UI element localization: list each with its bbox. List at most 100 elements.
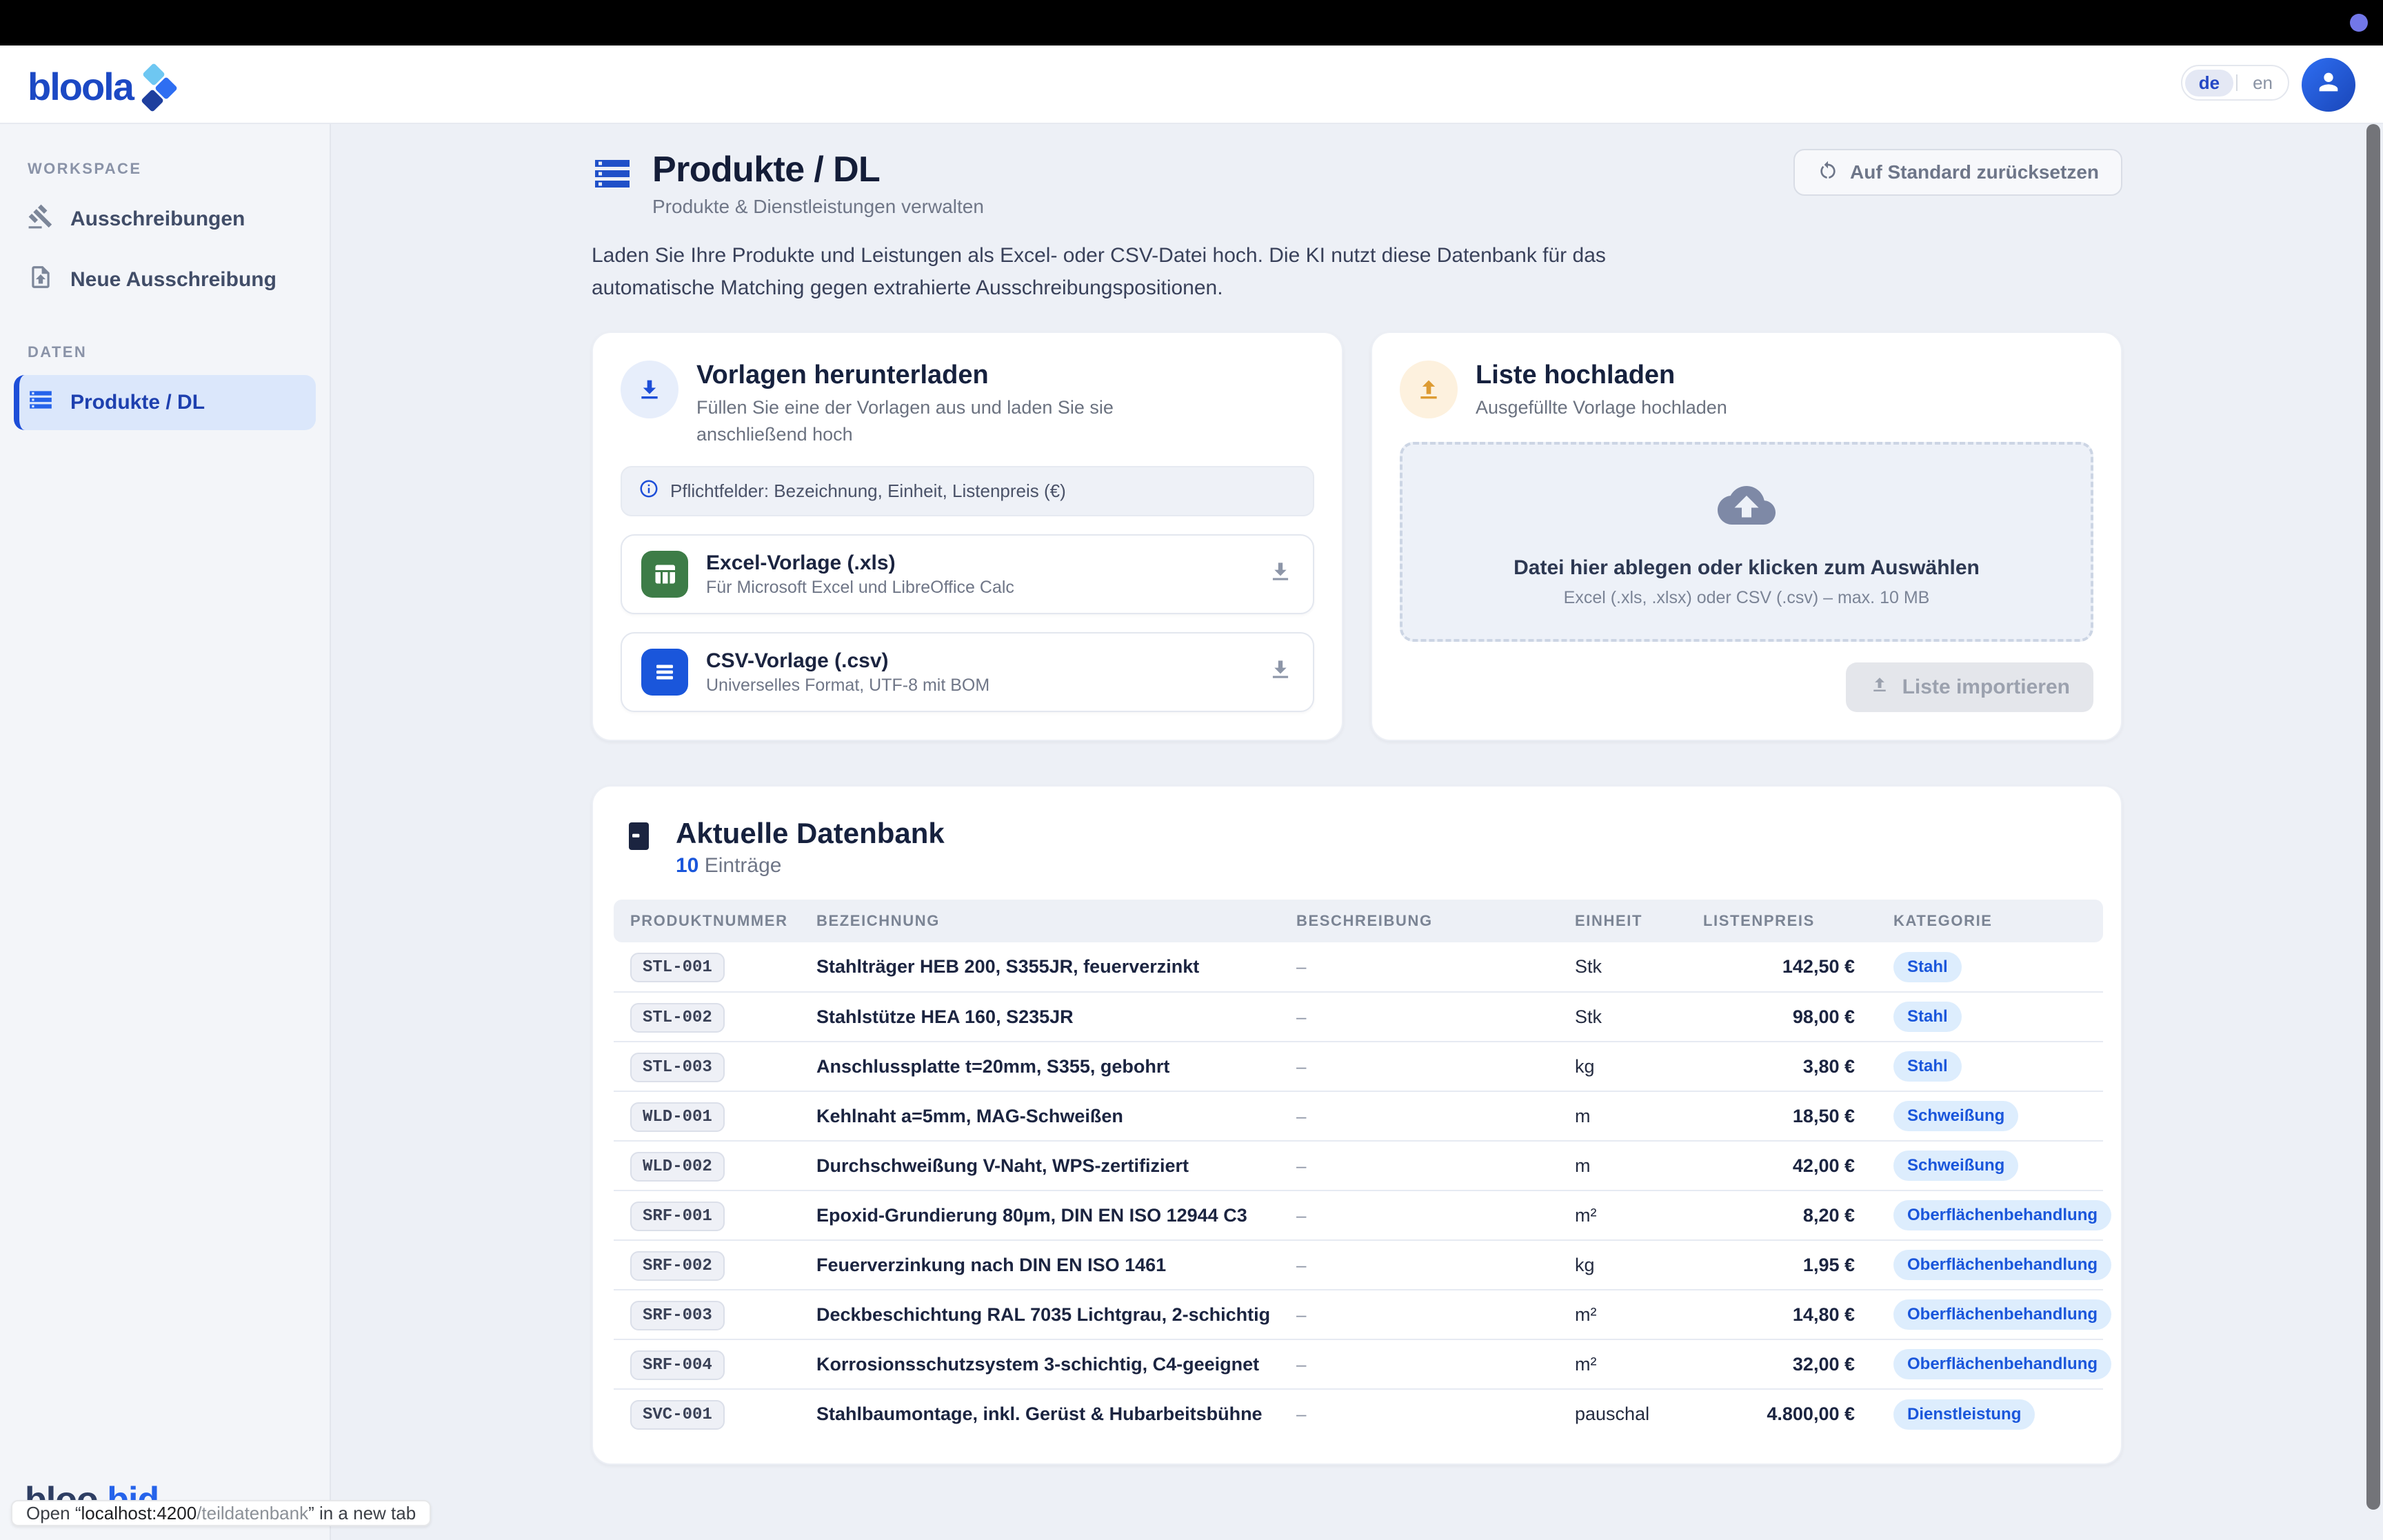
- page-description: Laden Sie Ihre Produkte und Leistungen a…: [592, 240, 1665, 304]
- column-header-bezeichnung: Bezeichnung: [816, 900, 1296, 942]
- column-header-beschreibung: Beschreibung: [1296, 900, 1575, 942]
- table-row[interactable]: SRF-003 Deckbeschichtung RAL 7035 Lichtg…: [614, 1290, 2103, 1339]
- download-icon: [621, 361, 678, 418]
- product-description: –: [1296, 1389, 1575, 1439]
- upload-icon: [1869, 674, 1890, 700]
- table-row[interactable]: STL-002 Stahlstütze HEA 160, S235JR – St…: [614, 992, 2103, 1042]
- language-switcher[interactable]: de en: [2181, 65, 2289, 101]
- table-row[interactable]: SRF-004 Korrosionsschutzsystem 3-schicht…: [614, 1339, 2103, 1389]
- category-badge: Schweißung: [1893, 1101, 2018, 1131]
- download-icon[interactable]: [1267, 656, 1294, 688]
- category-badge: Oberflächenbehandlung: [1893, 1200, 2111, 1230]
- column-header-einheit: Einheit: [1575, 900, 1703, 942]
- language-divider: [2236, 74, 2238, 91]
- vertical-scrollbar[interactable]: [2366, 124, 2380, 1510]
- product-unit: Stk: [1575, 942, 1703, 992]
- entries-count: 10 Einträge: [676, 854, 945, 878]
- browser-status-tooltip: Open “localhost:4200/teildatenbank” in a…: [11, 1500, 431, 1526]
- category-badge: Schweißung: [1893, 1151, 2018, 1181]
- entries-count-number: 10: [676, 854, 698, 877]
- product-number-badge: WLD-001: [630, 1102, 725, 1132]
- table-header-row: Produktnummer Bezeichnung Beschreibung E…: [614, 900, 2103, 942]
- status-text-prefix: Open “: [26, 1503, 81, 1524]
- product-price: 14,80 €: [1703, 1290, 1855, 1339]
- table-row[interactable]: STL-003 Anschlussplatte t=20mm, S355, ge…: [614, 1042, 2103, 1091]
- product-price: 8,20 €: [1703, 1191, 1855, 1240]
- upload-card-title: Liste hochladen: [1476, 361, 1727, 390]
- sidebar-item-ausschreibungen[interactable]: Ausschreibungen: [14, 192, 316, 247]
- category-badge: Oberflächenbehandlung: [1893, 1349, 2111, 1379]
- file-upload-icon: [28, 264, 54, 296]
- product-description: –: [1296, 1191, 1575, 1240]
- language-option-en[interactable]: en: [2240, 70, 2285, 97]
- product-name: Feuerverzinkung nach DIN EN ISO 1461: [816, 1240, 1296, 1290]
- download-icon[interactable]: [1267, 558, 1294, 590]
- recording-indicator-dot: [2350, 14, 2368, 32]
- product-description: –: [1296, 1091, 1575, 1141]
- download-card-title: Vorlagen herunterladen: [696, 361, 1227, 390]
- user-avatar[interactable]: [2302, 58, 2355, 112]
- product-number-badge: SRF-004: [630, 1350, 725, 1380]
- sidebar-item-label: Ausschreibungen: [70, 207, 245, 231]
- product-number-badge: STL-002: [630, 1003, 725, 1033]
- list-icon: [28, 387, 54, 418]
- required-fields-text: Pflichtfelder: Bezeichnung, Einheit, Lis…: [670, 480, 1066, 502]
- product-unit: Stk: [1575, 992, 1703, 1042]
- product-unit: m²: [1575, 1290, 1703, 1339]
- table-row[interactable]: STL-001 Stahlträger HEB 200, S355JR, feu…: [614, 942, 2103, 992]
- category-badge: Stahl: [1893, 952, 1962, 982]
- entries-count-label: Einträge: [705, 854, 782, 877]
- products-table: Produktnummer Bezeichnung Beschreibung E…: [614, 900, 2103, 1439]
- info-icon: [639, 478, 659, 504]
- product-description: –: [1296, 1042, 1575, 1091]
- product-price: 4.800,00 €: [1703, 1389, 1855, 1439]
- page-title: Produkte / DL: [652, 149, 984, 190]
- table-row[interactable]: SRF-002 Feuerverzinkung nach DIN EN ISO …: [614, 1240, 2103, 1290]
- upload-list-card: Liste hochladen Ausgefüllte Vorlage hoch…: [1371, 332, 2122, 741]
- language-option-de[interactable]: de: [2185, 70, 2233, 97]
- product-name: Durchschweißung V-Naht, WPS-zertifiziert: [816, 1141, 1296, 1191]
- upload-card-subtitle: Ausgefüllte Vorlage hochladen: [1476, 394, 1727, 421]
- table-row[interactable]: WLD-002 Durchschweißung V-Naht, WPS-zert…: [614, 1141, 2103, 1191]
- table-row[interactable]: WLD-001 Kehlnaht a=5mm, MAG-Schweißen – …: [614, 1091, 2103, 1141]
- category-badge: Oberflächenbehandlung: [1893, 1299, 2111, 1330]
- table-row[interactable]: SRF-001 Epoxid-Grundierung 80µm, DIN EN …: [614, 1191, 2103, 1240]
- os-top-bar: [0, 0, 2383, 45]
- table-row[interactable]: SVC-001 Stahlbaumontage, inkl. Gerüst & …: [614, 1389, 2103, 1439]
- product-name: Korrosionsschutzsystem 3-schichtig, C4-g…: [816, 1339, 1296, 1389]
- product-number-badge: SRF-003: [630, 1301, 725, 1330]
- product-price: 3,80 €: [1703, 1042, 1855, 1091]
- product-price: 32,00 €: [1703, 1339, 1855, 1389]
- product-unit: pauschal: [1575, 1389, 1703, 1439]
- csv-template-subtitle: Universelles Format, UTF-8 mit BOM: [706, 676, 989, 696]
- product-price: 98,00 €: [1703, 992, 1855, 1042]
- reset-button-label: Auf Standard zurücksetzen: [1850, 161, 2099, 183]
- status-text-suffix: ” in a new tab: [308, 1503, 416, 1524]
- product-name: Stahlstütze HEA 160, S235JR: [816, 992, 1296, 1042]
- page-subtitle: Produkte & Dienstleistungen verwalten: [652, 196, 984, 218]
- sidebar-item-neue-ausschreibung[interactable]: Neue Ausschreibung: [14, 252, 316, 307]
- product-name: Stahlbaumontage, inkl. Gerüst & Hubarbei…: [816, 1389, 1296, 1439]
- product-description: –: [1296, 1339, 1575, 1389]
- csv-template-row[interactable]: CSV-Vorlage (.csv) Universelles Format, …: [621, 632, 1314, 712]
- database-card-title: Aktuelle Datenbank: [676, 817, 945, 850]
- app-header: bloola de en: [0, 45, 2383, 124]
- dropzone-title: Datei hier ablegen oder klicken zum Ausw…: [1514, 556, 1980, 580]
- product-number-badge: STL-003: [630, 1053, 725, 1082]
- brand-logo[interactable]: bloola: [28, 63, 183, 110]
- excel-template-row[interactable]: Excel-Vorlage (.xls) Für Microsoft Excel…: [621, 534, 1314, 614]
- file-dropzone[interactable]: Datei hier ablegen oder klicken zum Ausw…: [1400, 442, 2093, 642]
- import-list-button[interactable]: Liste importieren: [1846, 662, 2093, 712]
- excel-table-icon: [641, 551, 688, 598]
- category-badge: Stahl: [1893, 1051, 1962, 1082]
- product-number-badge: SRF-002: [630, 1251, 725, 1281]
- product-name: Kehlnaht a=5mm, MAG-Schweißen: [816, 1091, 1296, 1141]
- dropzone-hint: Excel (.xls, .xlsx) oder CSV (.csv) – ma…: [1564, 588, 1930, 608]
- person-icon: [2315, 68, 2342, 101]
- reset-to-default-button[interactable]: Auf Standard zurücksetzen: [1793, 149, 2122, 196]
- product-price: 42,00 €: [1703, 1141, 1855, 1191]
- product-description: –: [1296, 1141, 1575, 1191]
- sidebar-section-daten: DATEN: [28, 343, 330, 361]
- sidebar-item-produkte-dl[interactable]: Produkte / DL: [14, 375, 316, 430]
- sidebar: WORKSPACE Ausschreibungen Neue Ausschrei…: [0, 124, 331, 1540]
